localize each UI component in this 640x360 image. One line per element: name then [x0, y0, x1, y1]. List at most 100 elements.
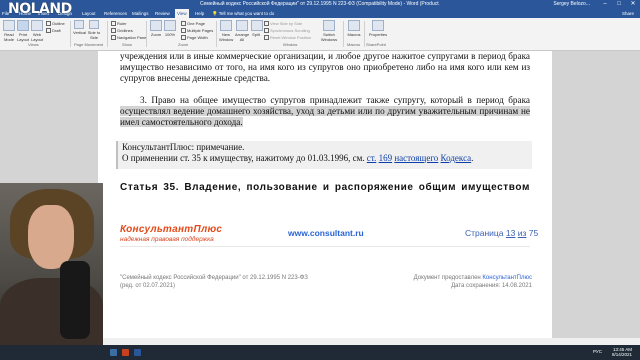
tab-mailings[interactable]: Mailings	[130, 9, 151, 18]
lightbulb-icon: 💡	[212, 11, 218, 16]
note-link-number[interactable]: 169	[379, 153, 393, 163]
title-bar: Семейный кодекс Российской Федерации" от…	[0, 0, 640, 9]
arrange-all-button[interactable]: Arrange All	[235, 20, 249, 42]
new-window-button[interactable]: New Window	[219, 20, 233, 42]
paragraph-2-intro: 3. Право на общее имущество супругов при…	[140, 95, 530, 105]
channel-logo: NOLAND	[8, 1, 72, 17]
minimize-icon[interactable]: –	[598, 0, 612, 9]
page-total: 75	[528, 228, 539, 238]
page-divider	[120, 246, 530, 247]
group-show-label: Show	[122, 42, 133, 47]
group-zoom-label: Zoom	[178, 42, 189, 47]
share-button[interactable]: Share	[622, 9, 634, 18]
magnifier-icon	[150, 20, 162, 31]
tab-references[interactable]: References	[102, 9, 129, 18]
sync-scroll-button[interactable]: Synchronous Scrolling	[264, 28, 310, 34]
close-icon[interactable]: ✕	[626, 0, 640, 9]
group-window-label: Window	[283, 42, 298, 47]
note-link-code[interactable]: Кодекса	[441, 153, 472, 163]
tab-view[interactable]: View	[175, 9, 189, 18]
one-page-icon	[181, 21, 186, 27]
split-button[interactable]: Split	[251, 20, 263, 37]
system-clock[interactable]: 13:45 AM 8/14/2021	[612, 347, 632, 357]
group-views-label: Views	[28, 42, 39, 47]
side-to-side-icon	[89, 20, 99, 29]
outline-icon	[46, 21, 51, 27]
print-layout-button[interactable]: Print Layout	[17, 20, 29, 42]
ribbon-view: Read Mode Print Layout Web Layout Outlin…	[0, 18, 640, 51]
note-link-present[interactable]: настоящего	[394, 153, 438, 163]
multiple-pages-button[interactable]: Multiple Pages	[181, 28, 213, 34]
word-icon[interactable]	[134, 349, 141, 356]
document-page[interactable]: учреждения или в иные коммерческие орган…	[98, 51, 552, 351]
vertical-button[interactable]: Vertical	[73, 20, 86, 35]
switch-windows-button[interactable]: Switch Windows	[320, 20, 338, 42]
switch-windows-icon	[323, 20, 335, 31]
new-window-icon	[220, 20, 232, 31]
website-link[interactable]: www.consultant.ru	[288, 228, 364, 238]
macros-icon	[348, 20, 360, 31]
page-width-button[interactable]: Page Width	[181, 35, 208, 41]
tell-me-search[interactable]: 💡 Tell me what you want to do	[212, 9, 274, 18]
article-heading: Статья 35. Владение, пользование и распо…	[120, 182, 530, 193]
microphone	[60, 261, 90, 339]
group-divider	[364, 21, 365, 47]
note-text: О применении ст. 35 к имуществу, нажитом…	[122, 153, 474, 163]
maximize-icon[interactable]: □	[612, 0, 626, 9]
paragraph-2: 3. Право на общее имущество супругов при…	[120, 95, 530, 128]
group-macros-label: Macros	[347, 42, 361, 47]
page-current[interactable]: 13	[506, 228, 515, 238]
reset-window-button[interactable]: Reset Window Position	[264, 35, 311, 41]
group-page-movement-label: Page Movement	[74, 42, 104, 47]
group-sharepoint-label: SharePoint	[366, 42, 386, 47]
multiple-pages-icon	[181, 28, 186, 34]
paragraph-2-highlight: осуществлял ведение домашнего хозяйства,…	[120, 106, 530, 127]
provider-link[interactable]: КонсультантПлюс	[482, 275, 532, 281]
brand-name: КонсультантПлюс	[120, 224, 223, 235]
user-name[interactable]: Sergey Belozo...	[553, 0, 590, 9]
consultant-brand: КонсультантПлюс надежная правовая поддер…	[120, 224, 222, 243]
person-face	[28, 205, 74, 269]
group-divider	[146, 21, 147, 47]
macros-button[interactable]: Macros	[347, 20, 361, 37]
page-counter: Страница 13 из 75	[465, 228, 539, 238]
gridlines-checkbox[interactable]: Gridlines	[111, 28, 133, 34]
app-icon[interactable]	[122, 349, 129, 356]
explorer-icon[interactable]	[110, 349, 117, 356]
input-language[interactable]: РУС	[593, 349, 602, 354]
read-mode-icon	[3, 20, 15, 31]
side-to-side-button[interactable]: Side to Side	[86, 20, 102, 40]
page-width-icon	[181, 35, 186, 41]
group-divider	[107, 21, 108, 47]
source-info: "Семейный кодекс Российской Федерации" о…	[120, 275, 308, 289]
navigation-pane-checkbox[interactable]: Navigation Pane	[111, 35, 146, 41]
taskbar: РУС 13:45 AM 8/14/2021	[0, 345, 640, 360]
note-link-article[interactable]: ст.	[367, 153, 377, 163]
ruler-checkbox[interactable]: Ruler	[111, 21, 127, 27]
outline-button[interactable]: Outline	[46, 21, 65, 27]
one-page-button[interactable]: One Page	[181, 21, 205, 27]
web-layout-button[interactable]: Web Layout	[31, 20, 43, 42]
consultant-note: КонсультантПлюс: примечание. О применени…	[116, 141, 532, 169]
zoom-100-icon	[164, 20, 176, 31]
paragraph-1: учреждения или в иные коммерческие орган…	[120, 51, 530, 83]
group-divider	[70, 21, 71, 47]
arrange-all-icon	[236, 20, 248, 31]
split-icon	[251, 20, 263, 31]
brand-tagline: надежная правовая поддержка	[120, 236, 214, 243]
side-by-side-button[interactable]: View Side by Side	[264, 21, 302, 27]
group-divider	[216, 21, 217, 47]
tab-help[interactable]: Help	[193, 9, 206, 18]
draft-button[interactable]: Draft	[46, 28, 61, 34]
zoom-button[interactable]: Zoom	[150, 20, 162, 37]
properties-button[interactable]: Properties	[368, 20, 388, 37]
zoom-100-button[interactable]: 100%	[164, 20, 176, 37]
tab-layout[interactable]: Layout	[80, 9, 98, 18]
tab-review[interactable]: Review	[153, 9, 172, 18]
note-title: КонсультантПлюс: примечание.	[122, 142, 245, 152]
window-title: Семейный кодекс Российской Федерации" от…	[200, 1, 440, 7]
print-layout-icon	[17, 20, 29, 31]
group-divider	[343, 21, 344, 47]
vertical-icon	[74, 20, 84, 29]
read-mode-button[interactable]: Read Mode	[3, 20, 15, 42]
